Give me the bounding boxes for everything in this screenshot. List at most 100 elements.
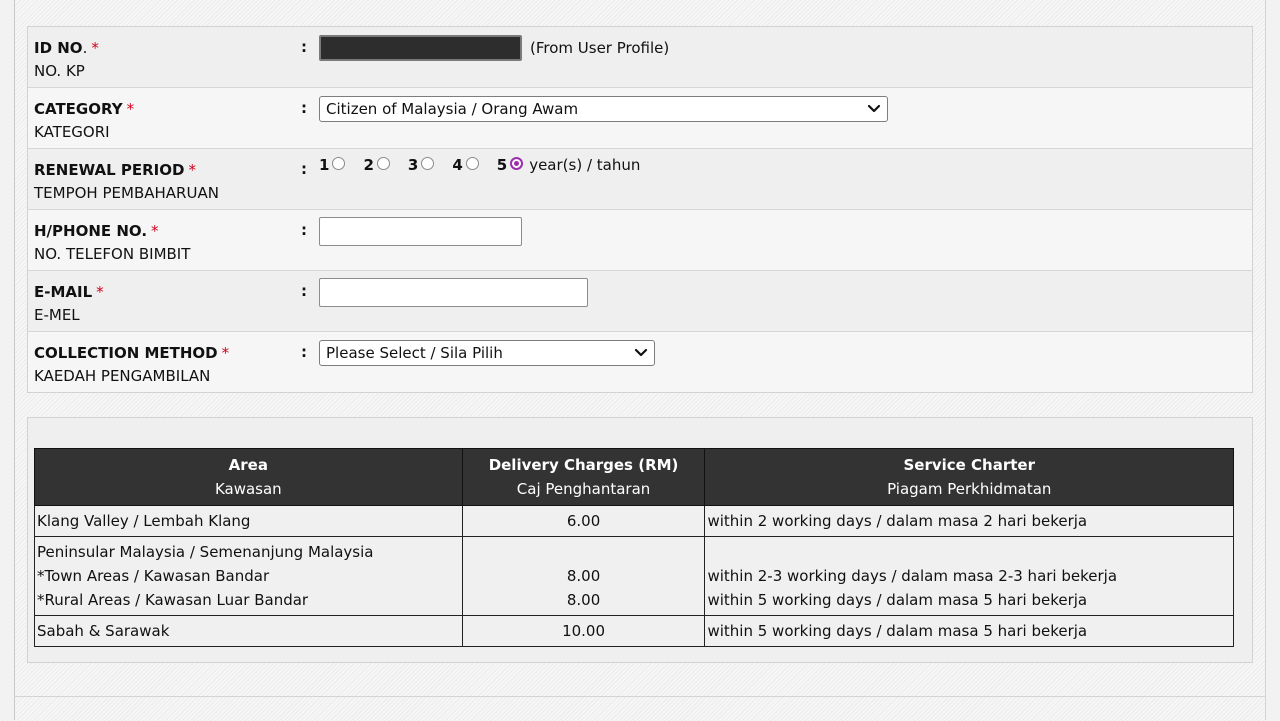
header-service-charter-en: Service Charter: [903, 456, 1035, 474]
charge-rural: 8.00: [566, 591, 601, 609]
label-separator: :: [301, 38, 307, 56]
id-no-label: ID NO. * NO. KP: [34, 37, 99, 83]
form-row-email: E-MAIL * E-MEL :: [28, 271, 1252, 332]
charter-rural: within 5 working days / dalam masa 5 har…: [707, 591, 1088, 609]
form-row-renewal-period: RENEWAL PERIOD * TEMPOH PEMBAHARUAN : 1 2…: [28, 149, 1252, 210]
header-service-charter-ms: Piagam Perkhidmatan: [887, 480, 1052, 498]
label-separator: :: [301, 343, 307, 361]
renewal-period-suffix: year(s) / tahun: [529, 156, 641, 174]
table-header-row: Area Kawasan Delivery Charges (RM) Caj P…: [34, 448, 1234, 506]
chevron-down-icon: [867, 104, 881, 113]
radio-label-3: 3: [407, 156, 419, 174]
cell-charge: 10.00: [461, 615, 706, 647]
radio-label-2: 2: [363, 156, 374, 174]
cell-charter: within 5 working days / dalam masa 5 har…: [704, 615, 1234, 647]
collection-method-label: COLLECTION METHOD * KAEDAH PENGAMBILAN: [34, 342, 229, 388]
charter-town: within 2-3 working days / dalam masa 2-3…: [707, 567, 1118, 585]
id-no-label-en: ID NO: [34, 39, 83, 57]
header-area-ms: Kawasan: [214, 480, 282, 498]
header-delivery-charges-ms: Caj Penghantaran: [516, 480, 651, 498]
hphone-field: [319, 217, 522, 246]
delivery-charges-table: Area Kawasan Delivery Charges (RM) Caj P…: [34, 448, 1234, 647]
delivery-charges-panel: Area Kawasan Delivery Charges (RM) Caj P…: [27, 417, 1253, 663]
email-label-en: E-MAIL: [34, 283, 93, 301]
radio-label-4: 4: [452, 156, 463, 174]
category-select[interactable]: Citizen of Malaysia / Orang Awam: [319, 96, 888, 122]
hphone-label-ms: NO. TELEFON BIMBIT: [34, 245, 191, 263]
id-no-label-dot: .: [82, 39, 88, 57]
required-marker: *: [91, 39, 99, 57]
label-separator: :: [301, 282, 307, 300]
renewal-period-radio-group: 1 2 3 4 5 year(s) / tahun: [319, 156, 640, 174]
radio-period-5[interactable]: [510, 156, 524, 170]
header-service-charter: Service Charter Piagam Perkhidmatan: [704, 448, 1234, 506]
hphone-label-en: H/PHONE NO.: [34, 222, 148, 240]
form-row-category: CATEGORY * KATEGORI : Citizen of Malaysia…: [28, 88, 1252, 149]
email-label-ms: E-MEL: [34, 306, 80, 324]
table-row: Sabah & Sarawak 10.00 within 5 working d…: [34, 615, 1234, 647]
radio-period-3[interactable]: [421, 156, 435, 170]
charge-town: 8.00: [566, 567, 601, 585]
left-page-border: [0, 0, 15, 720]
cell-area: Sabah & Sarawak: [34, 615, 463, 647]
radio-period-1[interactable]: [332, 156, 346, 170]
cell-charter: within 2-3 working days / dalam masa 2-3…: [704, 536, 1234, 616]
email-field: [319, 278, 588, 307]
email-input[interactable]: [319, 278, 588, 307]
collection-method-select[interactable]: Please Select / Sila Pilih: [319, 340, 655, 366]
radio-label-5: 5: [496, 156, 508, 174]
radio-period-2[interactable]: [376, 156, 390, 170]
form-row-hphone: H/PHONE NO. * NO. TELEFON BIMBIT :: [28, 210, 1252, 271]
right-page-border: [1265, 0, 1280, 720]
collection-method-selected-value: Please Select / Sila Pilih: [326, 344, 503, 362]
renewal-period-label-en: RENEWAL PERIOD: [34, 161, 185, 179]
area-rural: *Rural Areas / Kawasan Luar Bandar: [37, 591, 309, 609]
cell-area: Klang Valley / Lembah Klang: [34, 505, 463, 537]
chevron-down-icon: [634, 348, 648, 357]
label-separator: :: [301, 160, 307, 178]
collection-method-field: Please Select / Sila Pilih: [319, 340, 655, 366]
collection-method-label-en: COLLECTION METHOD: [34, 344, 218, 362]
category-label-ms: KATEGORI: [34, 123, 110, 141]
next-section-edge: [14, 696, 1265, 721]
header-delivery-charges: Delivery Charges (RM) Caj Penghantaran: [461, 448, 706, 506]
form-row-collection-method: COLLECTION METHOD * KAEDAH PENGAMBILAN : …: [28, 332, 1252, 392]
form-row-id-no: ID NO. * NO. KP : (From User Profile): [28, 27, 1252, 88]
category-label-en: CATEGORY: [34, 100, 123, 118]
category-label: CATEGORY * KATEGORI: [34, 98, 134, 144]
cell-area: Peninsular Malaysia / Semenanjung Malays…: [34, 536, 463, 616]
required-marker: *: [96, 283, 104, 301]
id-no-input[interactable]: [319, 35, 522, 61]
header-delivery-charges-en: Delivery Charges (RM): [488, 456, 679, 474]
cell-charge: 8.00 8.00: [461, 536, 706, 616]
id-no-note: (From User Profile): [530, 39, 670, 57]
required-marker: *: [126, 100, 135, 118]
category-field: Citizen of Malaysia / Orang Awam: [319, 96, 888, 122]
renewal-period-label-ms: TEMPOH PEMBAHARUAN: [34, 184, 219, 202]
radio-period-4[interactable]: [465, 156, 479, 170]
id-no-field: (From User Profile): [319, 35, 669, 61]
renewal-period-label: RENEWAL PERIOD * TEMPOH PEMBAHARUAN: [34, 159, 219, 205]
table-row: Klang Valley / Lembah Klang 6.00 within …: [34, 505, 1234, 537]
hphone-label: H/PHONE NO. * NO. TELEFON BIMBIT: [34, 220, 190, 266]
cell-charge: 6.00: [461, 505, 706, 537]
category-selected-value: Citizen of Malaysia / Orang Awam: [326, 100, 579, 118]
label-separator: :: [301, 99, 307, 117]
cell-charter: within 2 working days / dalam masa 2 har…: [704, 505, 1234, 537]
header-area: Area Kawasan: [34, 448, 463, 506]
area-town: *Town Areas / Kawasan Bandar: [37, 567, 270, 585]
hphone-input[interactable]: [319, 217, 522, 246]
collection-method-label-ms: KAEDAH PENGAMBILAN: [34, 367, 211, 385]
renewal-form: ID NO. * NO. KP : (From User Profile) CAT…: [27, 26, 1253, 393]
label-separator: :: [301, 221, 307, 239]
area-region: Peninsular Malaysia / Semenanjung Malays…: [37, 543, 374, 561]
required-marker: *: [151, 222, 159, 240]
email-label: E-MAIL * E-MEL: [34, 281, 104, 327]
required-marker: *: [221, 344, 230, 362]
renewal-period-field: 1 2 3 4 5 year(s) / tahun: [319, 156, 640, 174]
table-row: Peninsular Malaysia / Semenanjung Malays…: [34, 536, 1234, 616]
required-marker: *: [188, 161, 196, 179]
header-area-en: Area: [228, 456, 268, 474]
id-no-label-ms: NO. KP: [34, 62, 85, 80]
radio-label-1: 1: [319, 156, 330, 174]
